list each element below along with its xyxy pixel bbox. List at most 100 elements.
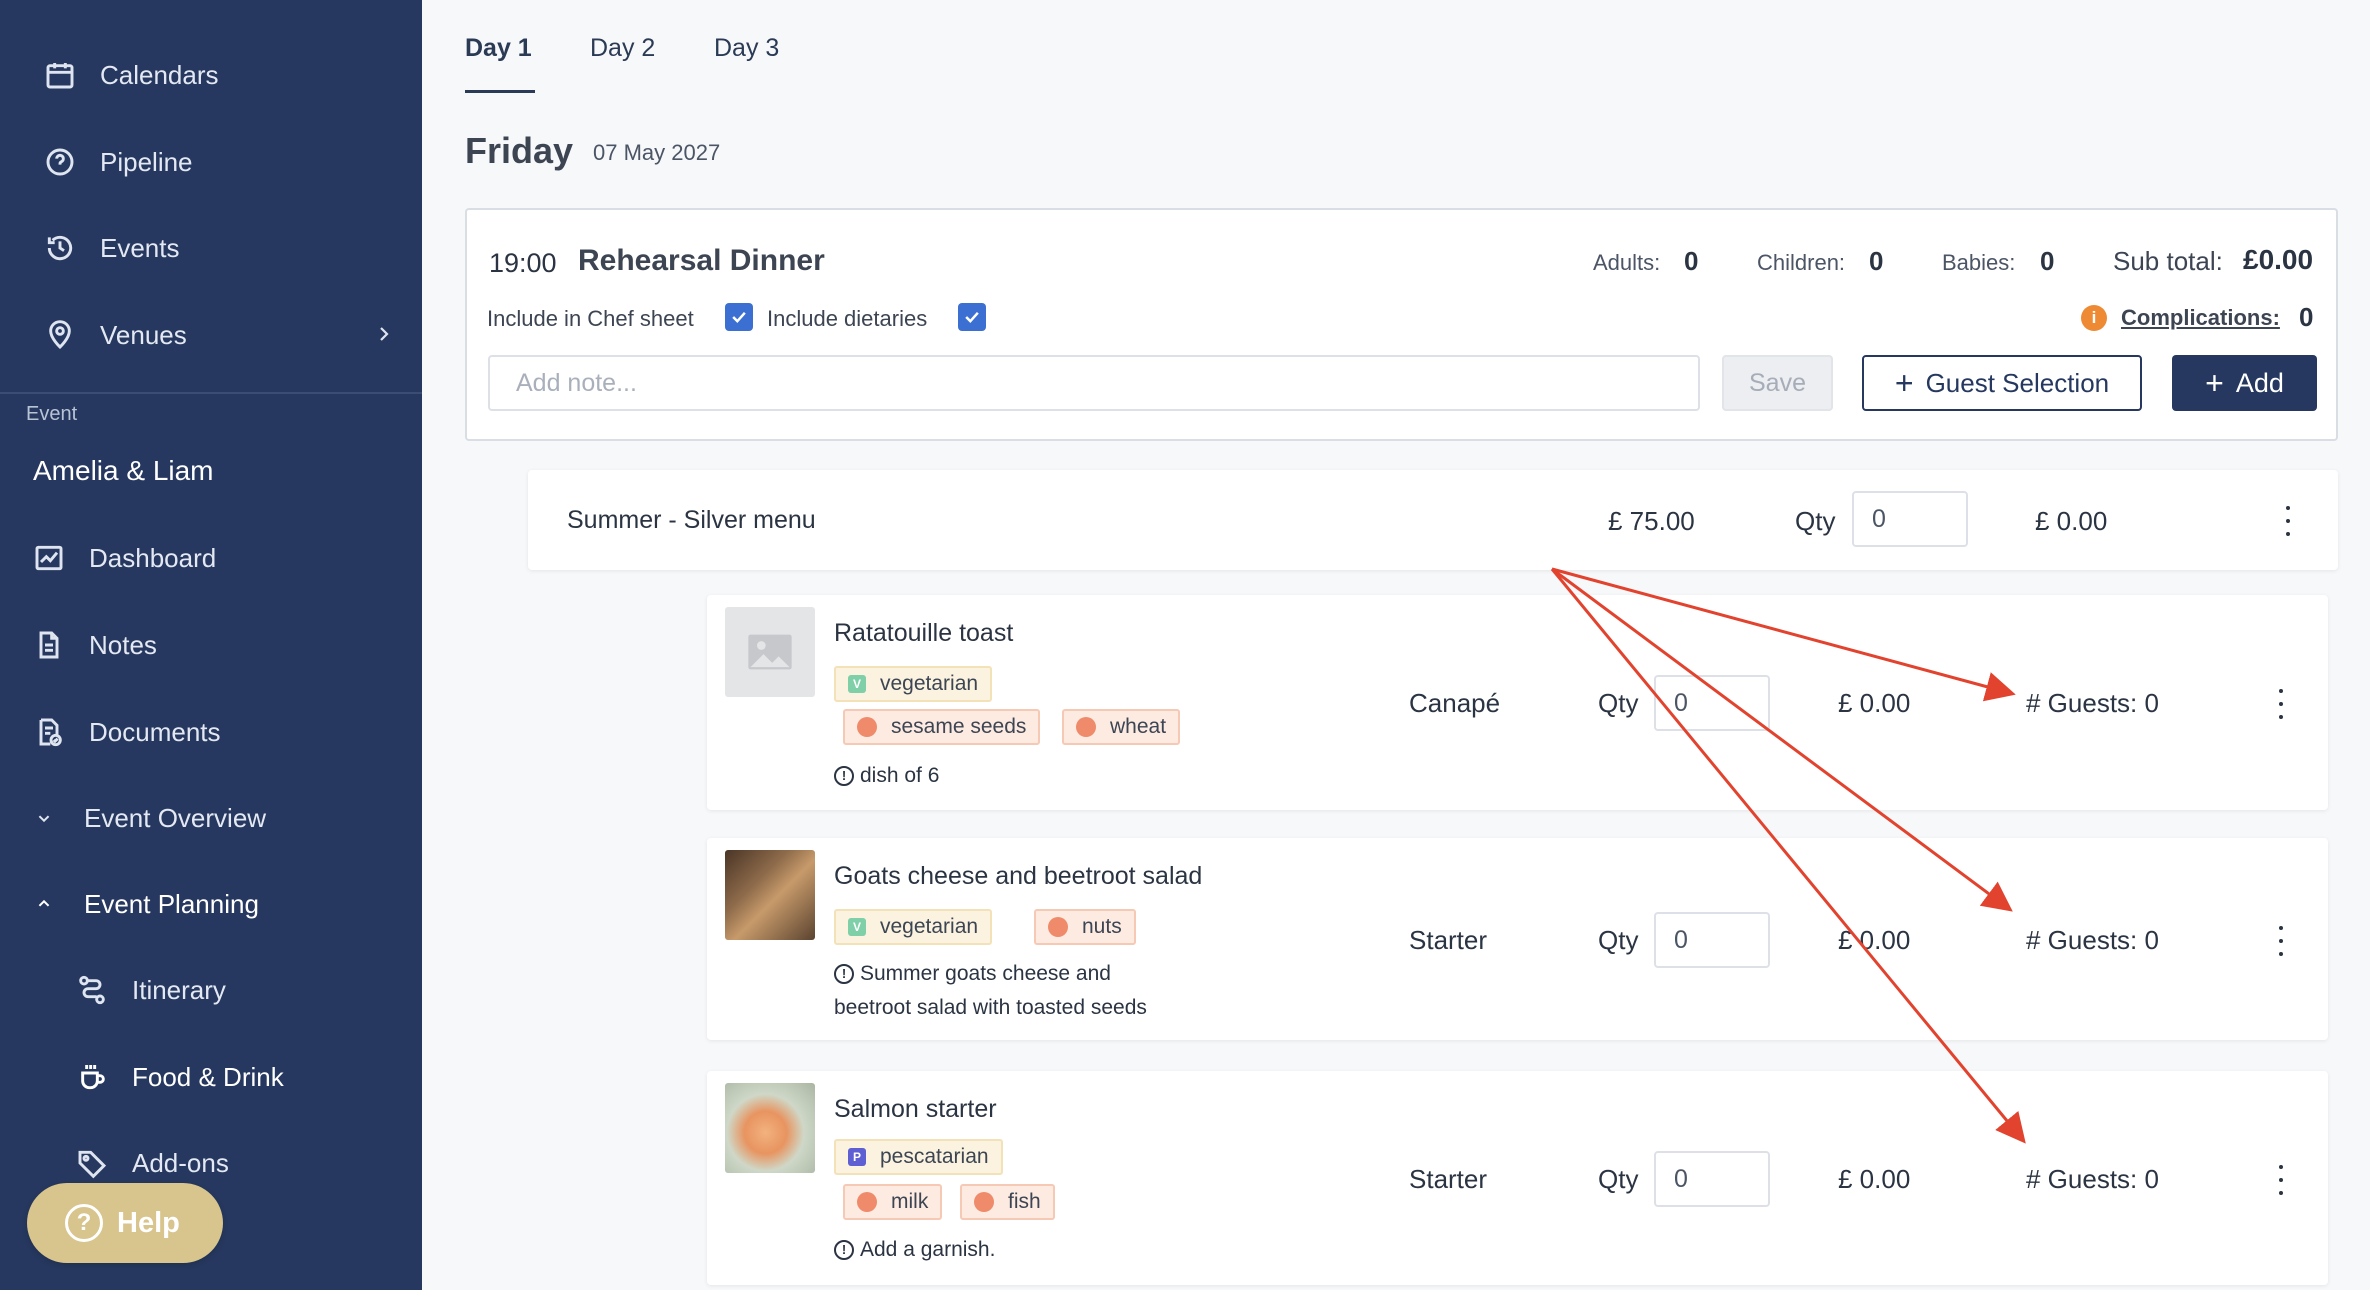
dish-note-line: beetroot salad with toasted seeds bbox=[834, 996, 1147, 1019]
menu-total: £ 0.00 bbox=[2035, 506, 2108, 536]
dish-note: ! Add a garnish. bbox=[834, 1233, 995, 1267]
dish-name: Goats cheese and beetroot salad bbox=[834, 862, 1203, 890]
event-card: 19:00 Rehearsal Dinner Adults: 0 Childre… bbox=[465, 208, 2338, 441]
allergen-tag: fish bbox=[960, 1184, 1055, 1220]
sidebar-item-calendars[interactable]: Calendars bbox=[42, 45, 219, 105]
sidebar-item-itinerary[interactable]: Itinerary bbox=[74, 960, 226, 1020]
help-button[interactable]: ? Help bbox=[27, 1183, 223, 1263]
calendar-icon bbox=[42, 57, 78, 93]
plus-icon: + bbox=[1894, 365, 1914, 401]
sidebar-item-events[interactable]: Events bbox=[42, 218, 180, 278]
save-button[interactable]: Save bbox=[1722, 355, 1833, 411]
dish-note-line: Summer goats cheese and bbox=[860, 962, 1111, 985]
dish-name: Salmon starter bbox=[834, 1095, 997, 1123]
dish-qty-label: Qty bbox=[1598, 688, 1639, 718]
check-icon bbox=[732, 311, 746, 323]
diet-tag: Ppescatarian bbox=[834, 1139, 1003, 1175]
dish-note-line: dish of 6 bbox=[860, 764, 940, 787]
tag-icon bbox=[74, 1145, 110, 1181]
menu-price: £ 75.00 bbox=[1608, 506, 1695, 536]
dish-more-icon[interactable] bbox=[2276, 1165, 2286, 1195]
dish-qty-input[interactable] bbox=[1654, 675, 1770, 731]
document-check-icon bbox=[31, 714, 67, 750]
dish-total: £ 0.00 bbox=[1838, 688, 1911, 718]
sidebar-item-label: Documents bbox=[89, 716, 221, 747]
allergen-icon bbox=[974, 1192, 994, 1212]
check-icon bbox=[965, 311, 979, 323]
event-name[interactable]: Amelia & Liam bbox=[33, 455, 214, 487]
diet-tag-label: vegetarian bbox=[880, 672, 979, 695]
chevron-right-icon bbox=[380, 327, 389, 341]
sidebar-item-label: Food & Drink bbox=[132, 1061, 284, 1092]
menu-qty-input[interactable] bbox=[1852, 491, 1968, 547]
dish-photo bbox=[725, 1083, 815, 1173]
info-icon: ! bbox=[834, 1240, 854, 1261]
sidebar-item-documents[interactable]: Documents bbox=[31, 702, 221, 762]
map-pin-icon bbox=[42, 317, 78, 353]
chevron-down-icon bbox=[26, 800, 62, 836]
allergen-tag-label: milk bbox=[891, 1190, 929, 1213]
sidebar-item-venues[interactable]: Venues bbox=[42, 305, 187, 365]
dietaries-checkbox[interactable] bbox=[958, 303, 986, 331]
sidebar-item-label: Events bbox=[100, 232, 180, 263]
sidebar-item-label: Itinerary bbox=[132, 974, 226, 1005]
sidebar-item-label: Notes bbox=[89, 629, 157, 660]
active-tab-indicator bbox=[465, 90, 535, 93]
babies-count: 0 bbox=[2040, 246, 2055, 276]
menu-more-icon[interactable] bbox=[2283, 506, 2293, 536]
sidebar-item-label: Event Overview bbox=[84, 802, 267, 833]
subtotal-label: Sub total: bbox=[2113, 246, 2223, 276]
dish-card: Ratatouille toast Vvegetarian sesame see… bbox=[707, 595, 2328, 810]
allergen-tag: wheat bbox=[1062, 709, 1181, 745]
allergen-icon bbox=[1076, 717, 1096, 737]
sidebar-item-notes[interactable]: Notes bbox=[31, 615, 157, 675]
adults-count: 0 bbox=[1684, 246, 1699, 276]
document-icon bbox=[31, 627, 67, 663]
tab-day-1[interactable]: Day 1 bbox=[465, 34, 532, 63]
sidebar-item-event-planning[interactable]: Event Planning bbox=[26, 874, 259, 934]
sidebar-item-food-drink[interactable]: Food & Drink bbox=[74, 1047, 284, 1107]
day-date: 07 May 2027 bbox=[593, 140, 721, 165]
dietaries-label: Include dietaries bbox=[767, 306, 928, 331]
note-input[interactable] bbox=[488, 355, 1700, 411]
tab-day-2[interactable]: Day 2 bbox=[590, 34, 655, 63]
allergen-tag-label: nuts bbox=[1082, 915, 1122, 938]
help-icon: ? bbox=[65, 1204, 103, 1242]
dish-more-icon[interactable] bbox=[2276, 689, 2286, 719]
children-count: 0 bbox=[1869, 246, 1884, 276]
dish-guests: # Guests: 0 bbox=[2026, 925, 2159, 955]
sidebar-item-dashboard[interactable]: Dashboard bbox=[31, 528, 216, 588]
event-name-title: Rehearsal Dinner bbox=[578, 244, 825, 277]
dish-note-line: Add a garnish. bbox=[860, 1238, 996, 1261]
diet-tag: Vvegetarian bbox=[834, 666, 993, 702]
tab-day-3[interactable]: Day 3 bbox=[714, 34, 779, 63]
dish-course: Canapé bbox=[1409, 688, 1501, 718]
complications-link[interactable]: Complications: bbox=[2121, 305, 2280, 331]
menu-card: Summer - Silver menu £ 75.00 Qty £ 0.00 bbox=[528, 470, 2338, 570]
sidebar-item-event-overview[interactable]: Event Overview bbox=[26, 788, 266, 848]
clock-history-icon bbox=[42, 230, 78, 266]
allergen-tag-label: sesame seeds bbox=[891, 715, 1027, 738]
allergen-icon bbox=[1048, 917, 1068, 937]
sidebar-item-label: Dashboard bbox=[89, 542, 217, 573]
guest-selection-button[interactable]: + Guest Selection bbox=[1862, 355, 2142, 411]
sidebar-item-label: Venues bbox=[100, 319, 187, 350]
chef-sheet-checkbox[interactable] bbox=[725, 303, 753, 331]
add-button[interactable]: + Add bbox=[2172, 355, 2317, 411]
dish-qty-input[interactable] bbox=[1654, 1151, 1770, 1207]
question-circle-icon bbox=[42, 144, 78, 180]
allergen-icon bbox=[857, 1192, 877, 1212]
allergen-tag: milk bbox=[843, 1184, 943, 1220]
dish-qty-label: Qty bbox=[1598, 925, 1639, 955]
dish-qty-input[interactable] bbox=[1654, 912, 1770, 968]
dish-guests: # Guests: 0 bbox=[2026, 688, 2159, 718]
sidebar-item-label: Add-ons bbox=[132, 1147, 229, 1178]
children-label: Children: bbox=[1757, 250, 1846, 275]
diet-tag: Vvegetarian bbox=[834, 909, 993, 945]
sidebar-item-label: Pipeline bbox=[100, 146, 193, 177]
dish-card: Goats cheese and beetroot salad Vvegetar… bbox=[707, 838, 2328, 1040]
sidebar-item-pipeline[interactable]: Pipeline bbox=[42, 132, 193, 192]
guest-selection-label: Guest Selection bbox=[1925, 367, 2110, 398]
allergen-tag: nuts bbox=[1034, 909, 1136, 945]
dish-more-icon[interactable] bbox=[2276, 926, 2286, 956]
